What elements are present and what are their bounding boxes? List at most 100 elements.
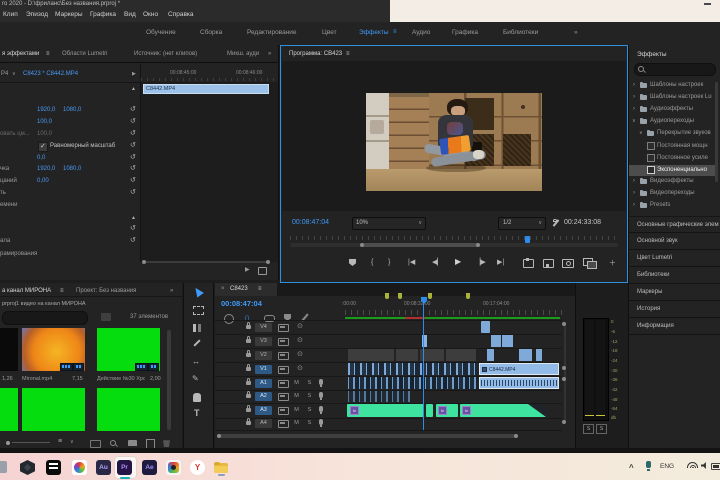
track-a3-badge[interactable]: A3 (255, 406, 272, 415)
rotation-value[interactable]: 0,0 (37, 155, 45, 162)
clip[interactable] (491, 335, 501, 347)
tree-item-crossfade[interactable]: Перекрытие звуков (657, 130, 711, 137)
collapse-icon[interactable]: ▲ (131, 86, 136, 92)
mute-button[interactable]: M (292, 406, 301, 414)
hand-tool[interactable] (193, 393, 201, 402)
new-bin-icon[interactable] (128, 440, 137, 446)
panel-menu-icon[interactable]: ≡ (258, 286, 262, 292)
lock-icon[interactable] (246, 381, 251, 385)
tab-source-monitor[interactable]: Источник: (нет клипов) (134, 51, 197, 58)
reset-icon[interactable]: ↺ (130, 154, 136, 161)
tab-effect-controls-active[interactable]: я эффектами (2, 51, 39, 58)
clip[interactable] (502, 335, 513, 347)
mute-button[interactable]: M (292, 379, 301, 387)
tree-expanded-icon[interactable]: ∨ (639, 130, 643, 136)
voiceover-mic-icon[interactable] (319, 379, 323, 385)
sync-source-icon[interactable] (278, 366, 289, 374)
tray-microphone-icon[interactable] (646, 461, 651, 468)
clip-offline[interactable] (396, 349, 418, 361)
workspace-tab-menu-icon[interactable]: ≡ (393, 29, 397, 35)
clip[interactable] (487, 349, 494, 361)
tree-collapsed-icon[interactable]: › (633, 106, 635, 112)
scrollbar-knob[interactable] (562, 366, 566, 370)
solo-right-button[interactable]: S (596, 424, 607, 434)
clip-sequence-cuts[interactable] (348, 363, 478, 375)
music-clip[interactable] (426, 404, 433, 417)
mark-in-icon[interactable]: { (371, 258, 373, 268)
tree-item-video-effects[interactable]: Видеоэффекты (650, 178, 694, 185)
position-value-x[interactable]: 1920,0 (37, 107, 55, 114)
tree-expanded-icon[interactable]: ∨ (632, 118, 636, 124)
lock-icon[interactable] (246, 394, 251, 398)
workspace-tab-effects-active[interactable]: Эффекты (359, 29, 389, 37)
taskbar-app-yandex[interactable]: Y (190, 460, 205, 475)
mark-out-icon[interactable]: } (388, 258, 390, 268)
track-v4-badge[interactable]: V4 (255, 323, 272, 332)
taskbar-app-aftereffects[interactable]: Ae (142, 460, 157, 475)
tab-bin-active[interactable]: а канал МИРОНА (2, 288, 51, 295)
project-scrollbar[interactable] (167, 330, 171, 430)
go-to-in-icon[interactable]: |◀ (408, 258, 415, 268)
audio-clip-selected[interactable] (479, 377, 559, 389)
lock-icon[interactable] (246, 353, 251, 357)
tree-collapsed-icon[interactable]: › (633, 94, 635, 100)
tree-item-constant-power[interactable]: Постоянная мощн (657, 143, 708, 150)
toggle-track-output-eye-icon[interactable]: ⊙ (297, 337, 303, 344)
zoom-level-dropdown[interactable]: 10% ∨ (352, 217, 426, 230)
menu-graphics[interactable]: Графика (90, 11, 116, 19)
anchor-value-y[interactable]: 1080,0 (63, 166, 81, 173)
multicam-icon[interactable] (583, 258, 593, 266)
button-editor-plus-icon[interactable]: ＋ (609, 258, 616, 268)
ruler-ticks[interactable] (345, 310, 562, 315)
tree-item-presets-bin[interactable]: Шаблоны настроек (650, 82, 703, 89)
menu-window[interactable]: Окно (143, 11, 158, 19)
export-keyframes-icon[interactable] (258, 267, 267, 275)
mute-button[interactable]: M (292, 392, 301, 400)
program-playhead[interactable] (525, 236, 530, 243)
track-v1-badge[interactable]: V1 (255, 365, 272, 374)
chevron-down-icon[interactable]: ∨ (70, 439, 74, 445)
menu-sequence[interactable]: Эпизод (26, 11, 48, 19)
workspace-tab-color[interactable]: Цвет (322, 29, 337, 37)
voiceover-mic-icon[interactable] (319, 392, 323, 398)
sync-source-icon[interactable] (278, 380, 289, 388)
tray-language-indicator[interactable]: ENG (660, 463, 674, 470)
scale-value[interactable]: 100,0 (37, 119, 52, 126)
automate-to-sequence-icon[interactable] (90, 440, 101, 448)
pen-tool[interactable]: ✎ (192, 374, 199, 383)
tree-item-audio-transitions[interactable]: Аудиопереходы (650, 118, 694, 125)
scrollbar-knob[interactable] (476, 243, 480, 247)
workspace-tab-learning[interactable]: Обучение (146, 29, 176, 37)
tray-hidden-icons-caret[interactable]: ^ (629, 463, 634, 472)
scrollbar-knob[interactable] (514, 434, 518, 438)
sync-source-icon[interactable] (278, 324, 289, 332)
clip-thumbnail-greenscreen[interactable] (97, 328, 160, 371)
ec-clip-bar[interactable]: C8442.MP4 (143, 84, 269, 94)
sync-source-icon[interactable] (278, 407, 289, 415)
panel-button-history[interactable]: История (628, 301, 720, 318)
tab-lumetri-scopes[interactable]: Области Lumetri (62, 51, 107, 58)
tree-item-lumetri-presets[interactable]: Шаблоны настроек Lu (650, 94, 712, 101)
track-select-tool[interactable] (193, 306, 204, 315)
scrollbar-knob[interactable] (217, 434, 221, 438)
track-v3-badge[interactable]: V3 (255, 337, 272, 346)
nest-indicator-icon[interactable] (224, 314, 234, 324)
tree-collapsed-icon[interactable]: › (633, 82, 635, 88)
tray-wifi-icon[interactable] (687, 462, 698, 468)
extract-icon[interactable] (543, 259, 554, 268)
track-v2-badge[interactable]: V2 (255, 351, 272, 360)
reset-icon[interactable]: ↺ (130, 189, 136, 196)
export-frame-camera-icon[interactable] (562, 259, 574, 268)
workspace-tab-graphics[interactable]: Графика (452, 29, 478, 37)
tab-audio-mixer[interactable]: Микш. ауди (227, 51, 259, 58)
ripple-edit-tool[interactable] (193, 324, 196, 332)
go-to-out-icon[interactable]: ▶| (497, 258, 504, 268)
workspace-tab-editing[interactable]: Редактирование (247, 29, 297, 37)
reset-icon[interactable]: ↺ (130, 118, 136, 125)
workspace-tab-libraries[interactable]: Библиотеки (503, 29, 538, 37)
sync-source-icon[interactable] (278, 352, 289, 360)
workspace-tab-audio[interactable]: Аудио (412, 29, 430, 37)
menu-clip[interactable]: Клип (3, 11, 18, 19)
lock-icon[interactable] (246, 367, 251, 371)
panel-button-libraries[interactable]: Библиотеки (628, 267, 720, 284)
